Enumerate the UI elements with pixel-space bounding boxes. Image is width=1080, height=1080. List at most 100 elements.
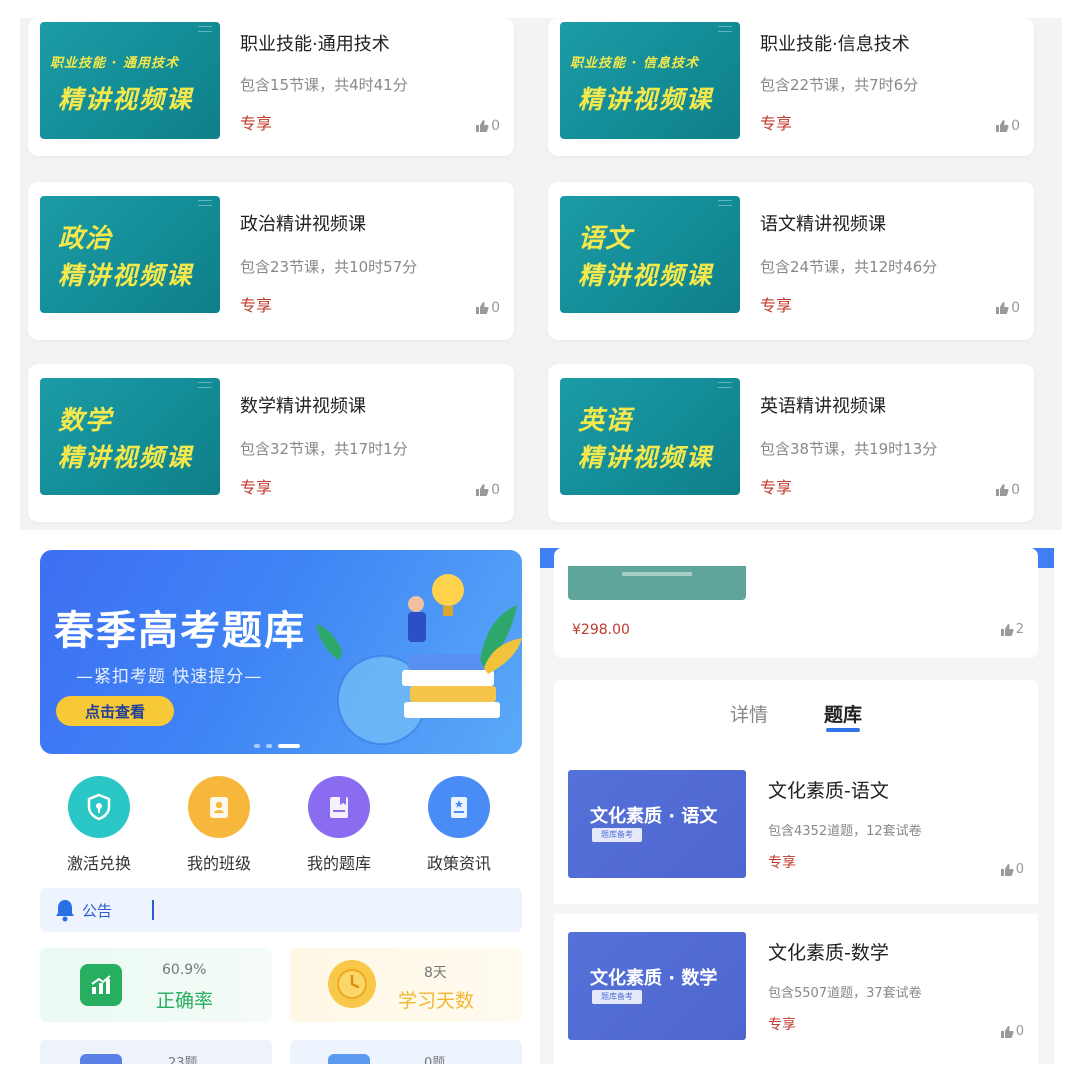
book-icon xyxy=(308,776,370,838)
notice-bar[interactable]: 公告 xyxy=(40,888,522,932)
stat-value: 0题 xyxy=(424,1056,446,1064)
course-title[interactable]: 职业技能·通用技术 xyxy=(240,30,390,56)
course-title[interactable]: 职业技能·信息技术 xyxy=(760,30,910,56)
banner-title: 春季高考题库 xyxy=(54,608,306,654)
thumbnail-title: 精讲视频课 xyxy=(578,261,714,290)
tab-details[interactable]: 详情 xyxy=(730,700,768,727)
thumbs-up-icon xyxy=(996,120,1009,132)
course-title[interactable]: 英语精讲视频课 xyxy=(760,392,886,418)
thumbnail-title: 文化素质 · 语文 xyxy=(590,806,718,827)
question-bank-meta: 包含5507道题，37套试卷 xyxy=(768,986,922,1001)
like-count: 2 xyxy=(1015,622,1024,637)
exclusive-tag: 专享 xyxy=(240,296,273,315)
quick-entry-label: 我的题库 xyxy=(306,854,371,873)
question-bank-title[interactable]: 文化素质-语文 xyxy=(768,776,889,803)
id-card-icon xyxy=(188,776,250,838)
promo-banner[interactable]: 春季高考题库 —紧扣考题 快速提分— 点击查看 xyxy=(40,550,522,754)
thumb-corner-mark xyxy=(198,382,212,388)
study-days-label: 学习天数 xyxy=(398,990,475,1012)
question-bank-title[interactable]: 文化素质-数学 xyxy=(768,938,889,965)
quick-entry-label: 政策资讯 xyxy=(426,854,491,873)
like-count: 0 xyxy=(1015,1024,1024,1039)
course-card[interactable]: 语文 精讲视频课 语文精讲视频课 包含24节课，共12时46分 专享 0 xyxy=(548,182,1034,340)
question-bank-item[interactable]: 文化素质 · 数学 题库备考 文化素质-数学 包含5507道题，37套试卷 专享… xyxy=(554,932,1038,1064)
view-button[interactable]: 点击查看 xyxy=(56,696,174,726)
course-meta: 包含38节课，共19时13分 xyxy=(760,440,938,458)
quick-entry-label: 我的班级 xyxy=(186,854,251,873)
course-title[interactable]: 数学精讲视频课 xyxy=(240,392,366,418)
like-count: 0 xyxy=(1011,482,1020,498)
like-counter[interactable]: 0 xyxy=(1000,1024,1024,1039)
like-count: 0 xyxy=(491,300,500,316)
list-icon xyxy=(328,1054,370,1064)
course-meta: 包含15节课，共4时41分 xyxy=(240,76,408,94)
course-thumbnail: 数学 精讲视频课 xyxy=(40,378,220,495)
course-card[interactable]: 英语 精讲视频课 英语精讲视频课 包含38节课，共19时13分 专享 0 xyxy=(548,364,1034,522)
course-thumbnail: 职业技能 · 通用技术 精讲视频课 xyxy=(40,22,220,139)
thumbnail-title: 文化素质 · 数学 xyxy=(590,968,718,989)
like-counter[interactable]: 0 xyxy=(475,300,500,316)
like-count: 0 xyxy=(1011,300,1020,316)
thumbs-up-icon xyxy=(1000,863,1014,876)
bar-chart-icon xyxy=(80,964,122,1006)
notice-divider xyxy=(152,900,154,920)
banner-illustration xyxy=(316,574,522,745)
product-card[interactable]: ¥298.00 2 xyxy=(554,548,1038,658)
course-card[interactable]: 政治 精讲视频课 政治精讲视频课 包含23节课，共10时57分 专享 0 xyxy=(28,182,514,340)
carousel-indicator[interactable] xyxy=(254,744,300,748)
quick-entry-policy-news[interactable]: 政策资讯 xyxy=(404,776,514,874)
tab-question-bank[interactable]: 题库 xyxy=(824,700,862,727)
product-thumbnail xyxy=(568,566,746,600)
exclusive-tag: 专享 xyxy=(760,114,793,133)
thumbnail-subject: 英语 xyxy=(578,406,633,436)
carousel-dot[interactable] xyxy=(266,744,272,748)
quick-entry-my-class[interactable]: 我的班级 xyxy=(164,776,274,874)
thumbnail-title: 精讲视频课 xyxy=(58,261,194,290)
study-days-value: 8天 xyxy=(424,965,447,981)
question-bank-item[interactable]: 文化素质 · 语文 题库备考 文化素质-语文 包含4352道题，12套试卷 专享… xyxy=(554,770,1038,920)
thumbnail-title: 精讲视频课 xyxy=(58,443,194,472)
course-card[interactable]: 职业技能 · 通用技术 精讲视频课 职业技能·通用技术 包含15节课，共4时41… xyxy=(28,18,514,156)
thumbnail-title: 精讲视频课 xyxy=(578,85,714,114)
carousel-dot[interactable] xyxy=(254,744,260,748)
course-meta: 包含23节课，共10时57分 xyxy=(240,258,418,276)
collage: 职业技能 · 通用技术 精讲视频课 职业技能·通用技术 包含15节课，共4时41… xyxy=(0,0,1080,1080)
like-counter[interactable]: 0 xyxy=(995,300,1020,316)
accuracy-card[interactable]: 60.9% 正确率 xyxy=(40,948,272,1022)
accuracy-value: 60.9% xyxy=(162,962,207,978)
like-counter[interactable]: 0 xyxy=(475,482,500,498)
quick-entry-activate[interactable]: 激活兑换 xyxy=(44,776,154,874)
question-bank-meta: 包含4352道题，12套试卷 xyxy=(768,824,922,839)
course-meta: 包含24节课，共12时46分 xyxy=(760,258,938,276)
thumb-corner-mark xyxy=(718,200,732,206)
detail-panel: 详情 题库 文化素质 · 语文 题库备考 文化素质-语文 包含4352道题，12… xyxy=(554,680,1038,1064)
exclusive-tag: 专享 xyxy=(768,1017,796,1033)
thumbs-up-icon xyxy=(996,302,1009,314)
like-counter[interactable]: 0 xyxy=(475,118,500,134)
like-counter[interactable]: 0 xyxy=(1000,862,1024,877)
course-title[interactable]: 政治精讲视频课 xyxy=(240,210,366,236)
stat-value: 23题 xyxy=(168,1056,198,1064)
stat-card[interactable]: 23题 xyxy=(40,1040,272,1064)
like-count: 0 xyxy=(1015,862,1024,877)
thumbnail-tag: 题库备考 xyxy=(592,990,642,1004)
course-title[interactable]: 语文精讲视频课 xyxy=(760,210,886,236)
study-days-card[interactable]: 8天 学习天数 xyxy=(290,948,522,1022)
carousel-dot-active[interactable] xyxy=(278,744,300,748)
thumbnail-subject: 语文 xyxy=(578,224,633,254)
like-count: 0 xyxy=(491,118,500,134)
like-counter[interactable]: 0 xyxy=(995,118,1020,134)
thumbnail-subtitle: 职业技能 · 信息技术 xyxy=(570,56,699,71)
thumbnail-subtitle: 职业技能 · 通用技术 xyxy=(50,56,179,71)
course-card[interactable]: 职业技能 · 信息技术 精讲视频课 职业技能·信息技术 包含22节课，共7时6分… xyxy=(548,18,1034,156)
course-card[interactable]: 数学 精讲视频课 数学精讲视频课 包含32节课，共17时1分 专享 0 xyxy=(28,364,514,522)
quick-entry-my-bank[interactable]: 我的题库 xyxy=(284,776,394,874)
exclusive-tag: 专享 xyxy=(760,478,793,497)
product-price: ¥298.00 xyxy=(572,622,630,638)
like-count: 0 xyxy=(491,482,500,498)
like-counter[interactable]: 2 xyxy=(1000,622,1024,637)
like-counter[interactable]: 0 xyxy=(995,482,1020,498)
stat-card[interactable]: 0题 xyxy=(290,1040,522,1064)
app-home-screen: 春季高考题库 —紧扣考题 快速提分— 点击查看 激活兑换 我的班级 我的题库 政… xyxy=(20,538,538,1064)
exclusive-tag: 专享 xyxy=(240,478,273,497)
